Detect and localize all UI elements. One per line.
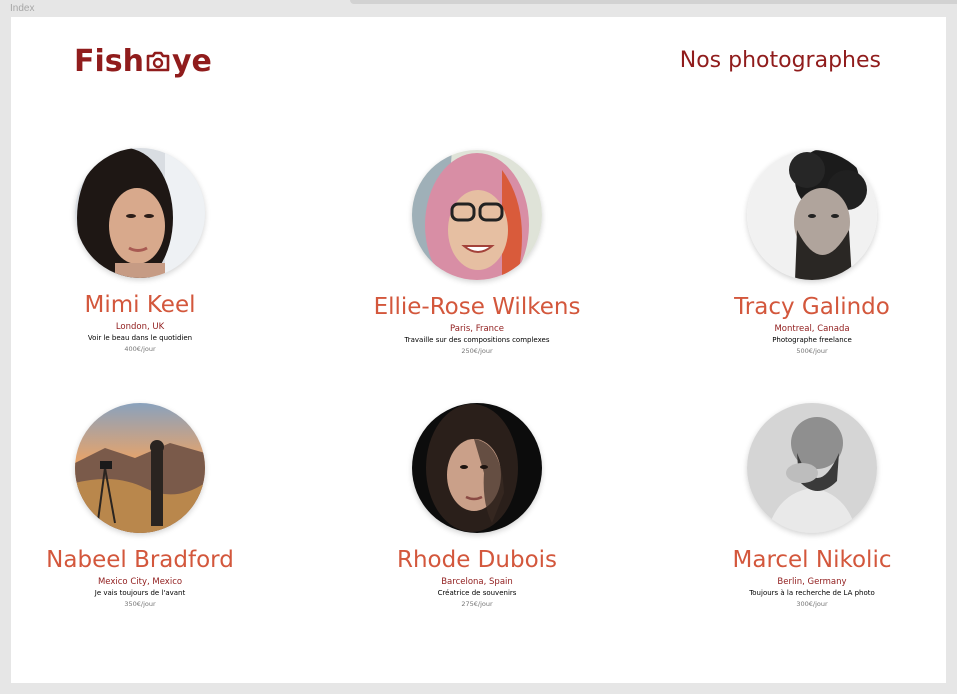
avatar[interactable] [412, 150, 542, 280]
photographer-name[interactable]: Rhode Dubois [347, 545, 607, 575]
photographer-price: 275€/jour [461, 600, 493, 608]
window-frame-label: Index [10, 3, 35, 14]
photographer-card[interactable]: Tracy Galindo Montreal, Canada Photograp… [682, 150, 942, 357]
camera-icon [146, 51, 170, 72]
photographer-card[interactable]: Nabeel Bradford Mexico City, Mexico Je v… [10, 403, 270, 610]
photographer-tagline: Travaille sur des compositions complexes [404, 336, 550, 344]
photographer-name[interactable]: Mimi Keel [10, 290, 270, 320]
photographer-tagline: Voir le beau dans le quotidien [87, 334, 193, 342]
avatar[interactable] [747, 403, 877, 533]
photographer-location: Montreal, Canada [774, 324, 850, 334]
photographer-location: Paris, France [450, 324, 504, 334]
photographer-card[interactable]: Ellie-Rose Wilkens Paris, France Travail… [347, 150, 607, 357]
photographer-card[interactable]: Marcel Nikolic Berlin, Germany Toujours … [682, 403, 942, 610]
page-title: Nos photographes [679, 48, 881, 73]
logo-link[interactable]: Fish ye [74, 41, 212, 81]
photographer-tagline: Photographe freelance [772, 336, 852, 344]
photographer-tagline: Créatrice de souvenirs [437, 589, 517, 597]
avatar[interactable] [75, 148, 205, 278]
photographer-price: 400€/jour [124, 345, 156, 353]
photographer-name[interactable]: Marcel Nikolic [682, 545, 942, 575]
photographer-price: 250€/jour [461, 347, 493, 355]
photographer-card[interactable]: Rhode Dubois Barcelona, Spain Créatrice … [347, 403, 607, 610]
photographer-name[interactable]: Ellie-Rose Wilkens [347, 292, 607, 322]
photographer-location: London, UK [115, 322, 165, 332]
photographer-location: Berlin, Germany [777, 577, 847, 587]
photographer-tagline: Toujours à la recherche de LA photo [749, 589, 875, 597]
photographer-price: 500€/jour [796, 347, 828, 355]
photographer-location: Mexico City, Mexico [97, 577, 183, 587]
avatar[interactable] [747, 150, 877, 280]
photographer-tagline: Je vais toujours de l'avant [94, 589, 186, 597]
logo-text-left: Fish [74, 43, 144, 79]
photographer-name[interactable]: Nabeel Bradford [10, 545, 270, 575]
photographer-price: 350€/jour [124, 600, 156, 608]
logo-text-right: ye [172, 43, 212, 79]
window-top-edge [350, 0, 957, 4]
photographer-card[interactable]: Mimi Keel London, UK Voir le beau dans l… [10, 148, 270, 355]
photographer-location: Barcelona, Spain [441, 577, 513, 587]
photographer-price: 300€/jour [796, 600, 828, 608]
avatar[interactable] [75, 403, 205, 533]
page: Fish ye Nos photographes Mimi Keel Londo… [11, 17, 946, 683]
photographer-name[interactable]: Tracy Galindo [682, 292, 942, 322]
avatar[interactable] [412, 403, 542, 533]
